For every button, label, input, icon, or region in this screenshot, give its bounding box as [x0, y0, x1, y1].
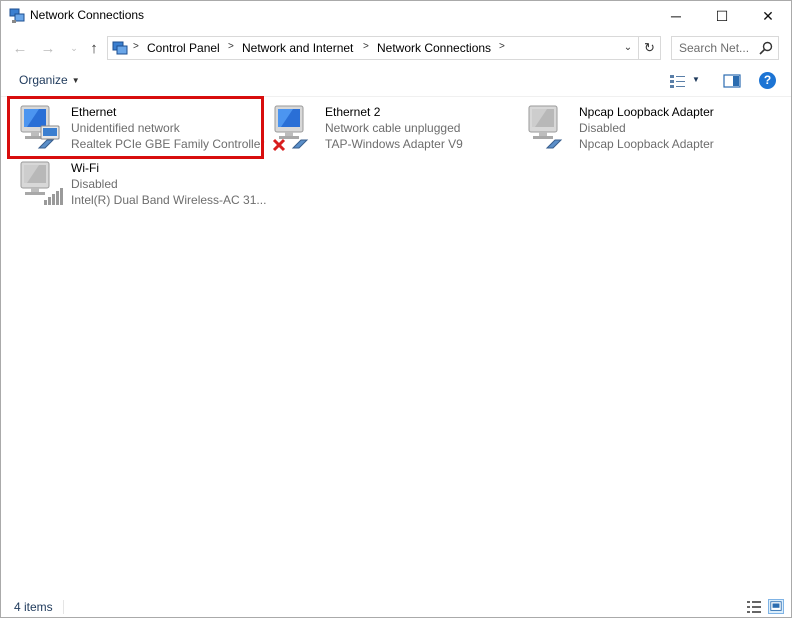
search-input[interactable]: Search Net...: [671, 36, 779, 60]
connection-item-npcap-loopback[interactable]: Npcap Loopback Adapter Disabled Npcap Lo…: [525, 104, 775, 158]
ethernet-adapter-unplugged-icon: [272, 105, 309, 152]
item-count: 4 items: [14, 600, 53, 614]
close-button[interactable]: ✕: [745, 1, 791, 31]
organize-button[interactable]: Organize ▼: [19, 73, 80, 87]
view-options-caret-icon[interactable]: ▼: [692, 75, 700, 84]
organize-label: Organize: [19, 73, 68, 87]
breadcrumb-control-panel[interactable]: Control Panel: [147, 41, 220, 55]
connection-status: Network cable unplugged: [325, 121, 461, 135]
chevron-down-icon: ▼: [71, 76, 80, 85]
recent-locations-button[interactable]: ⌄: [65, 39, 83, 57]
connection-status: Disabled: [71, 177, 118, 191]
explorer-window: Network Connections ─ ☐ ✕ ← → ⌄ ↑ > Cont…: [0, 0, 792, 618]
wifi-adapter-disabled-icon: [20, 161, 63, 205]
breadcrumb-separator: >: [133, 41, 139, 52]
status-bar: 4 items: [1, 597, 791, 617]
change-view-icon[interactable]: [669, 73, 687, 89]
search-placeholder: Search Net...: [679, 41, 750, 55]
forward-button[interactable]: →: [39, 39, 57, 57]
network-connections-icon: [9, 8, 25, 23]
connection-name: Wi-Fi: [71, 161, 99, 175]
connection-name: Ethernet 2: [325, 105, 381, 119]
minimize-button[interactable]: ─: [653, 1, 699, 31]
highlight-box: [7, 96, 264, 159]
address-dropdown-button[interactable]: ⌄: [620, 40, 636, 56]
title-bar[interactable]: Network Connections ─ ☐ ✕: [1, 1, 791, 31]
refresh-button[interactable]: ↻: [639, 36, 661, 60]
connection-item-ethernet-2[interactable]: Ethernet 2 Network cable unplugged TAP-W…: [271, 104, 521, 158]
address-bar[interactable]: > Control Panel > Network and Internet >…: [107, 36, 639, 60]
connection-device: Intel(R) Dual Band Wireless-AC 31...: [71, 193, 267, 207]
back-button[interactable]: ←: [11, 39, 29, 57]
breadcrumb-network-connections[interactable]: Network Connections: [377, 41, 491, 55]
maximize-button[interactable]: ☐: [699, 1, 745, 31]
ethernet-adapter-disabled-icon: [528, 105, 563, 149]
preview-pane-icon[interactable]: [723, 73, 741, 89]
status-divider: [63, 600, 64, 614]
up-button[interactable]: ↑: [85, 39, 103, 57]
breadcrumb-separator: >: [499, 41, 505, 52]
details-view-icon[interactable]: [746, 600, 762, 614]
connection-device: TAP-Windows Adapter V9: [325, 137, 463, 151]
connection-item-wifi[interactable]: Wi-Fi Disabled Intel(R) Dual Band Wirele…: [17, 160, 267, 214]
help-button[interactable]: ?: [759, 72, 776, 89]
window-title: Network Connections: [30, 8, 145, 22]
connection-text: Ethernet 2 Network cable unplugged TAP-W…: [325, 104, 463, 152]
search-icon[interactable]: [758, 40, 774, 56]
control-panel-icon: [112, 41, 128, 55]
connection-device: Npcap Loopback Adapter: [579, 137, 714, 151]
breadcrumb-separator: >: [228, 41, 234, 52]
breadcrumb-separator: >: [363, 41, 369, 52]
large-icons-view-icon[interactable]: [768, 599, 784, 614]
connection-text: Npcap Loopback Adapter Disabled Npcap Lo…: [579, 104, 714, 152]
connection-status: Disabled: [579, 121, 626, 135]
connection-text: Wi-Fi Disabled Intel(R) Dual Band Wirele…: [71, 160, 266, 208]
connection-name: Npcap Loopback Adapter: [579, 105, 714, 119]
breadcrumb-network-and-internet[interactable]: Network and Internet: [242, 41, 353, 55]
